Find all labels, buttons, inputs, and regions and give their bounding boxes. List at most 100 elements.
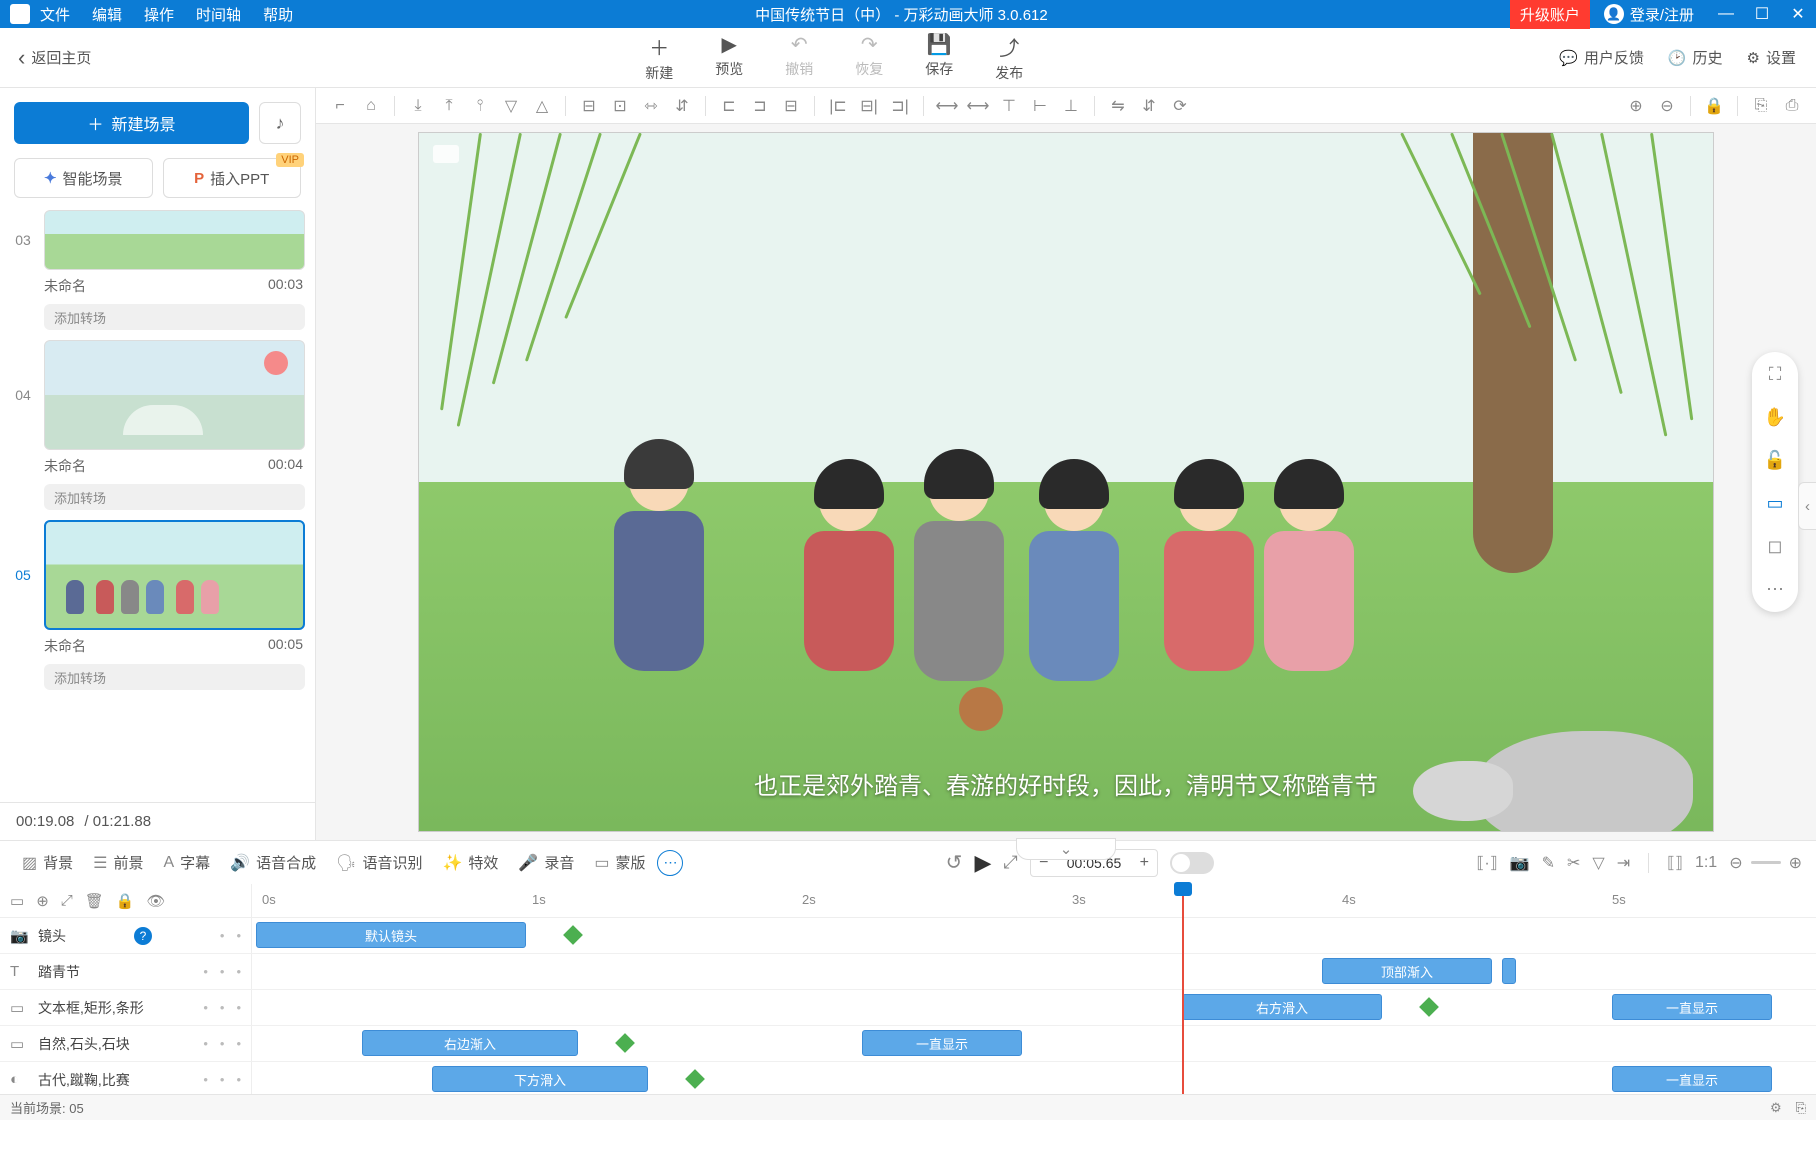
distribute-v-icon[interactable]: ⇵ [668,92,696,120]
cut-icon[interactable]: ✂ [1567,853,1580,873]
clip-right-fade[interactable]: 右边渐入 [362,1030,578,1056]
bring-front-icon[interactable]: △ [528,92,556,120]
track-textbox[interactable]: ▭文本框,矩形,条形••• 右方滑入 一直显示 [0,990,1816,1026]
clip-top-in[interactable]: 顶部渐入 [1322,958,1492,984]
copy-icon[interactable]: ⎘ [1796,1100,1806,1116]
keyframe-icon[interactable] [563,925,583,945]
add-transition-button[interactable]: 添加转场 [44,664,305,690]
more-icon[interactable]: ⋯ [1766,579,1784,600]
clip-small[interactable] [1502,958,1516,984]
lock-all-icon[interactable]: 🔒 [116,892,135,910]
spacing-h-icon[interactable]: ⟷ [933,92,961,120]
background-button[interactable]: ▨背景 [14,848,81,877]
timeline-ruler[interactable]: 0s 1s 2s 3s 4s 5s [252,884,1816,917]
scene-thumbnail[interactable] [44,340,305,450]
menu-help[interactable]: 帮助 [263,4,293,25]
marker-icon[interactable]: ⟦·⟧ [1476,853,1497,873]
spacing-v-icon[interactable]: ⟷ [964,92,992,120]
menu-action[interactable]: 操作 [144,4,174,25]
record-button[interactable]: 🎤录音 [510,848,582,877]
lock-icon[interactable]: 🔒 [1700,92,1728,120]
zoom-out-icon[interactable]: ⊖ [1653,92,1681,120]
select-tool-icon[interactable]: ⌐ [326,92,354,120]
device-icon[interactable]: ◻ [1768,536,1783,557]
mask-button[interactable]: ▭蒙版 [586,848,653,877]
close-button[interactable]: ✕ [1780,4,1816,24]
align-bot-icon[interactable]: ⊥ [1057,92,1085,120]
fullscreen-icon[interactable]: ⛶ [1769,364,1782,385]
keyframe-icon[interactable] [1419,997,1439,1017]
foreground-button[interactable]: ☰前景 [85,848,151,877]
expand-panel-button[interactable]: ‹ [1798,482,1816,530]
asr-button[interactable]: 🗣语音识别 [328,848,430,877]
preview-button[interactable]: ▶预览 [715,32,743,83]
music-button[interactable]: ♪ [259,102,301,144]
ai-scene-button[interactable]: ✦ 智能场景 [14,158,153,198]
help-icon[interactable]: ? [134,927,152,945]
send-back-icon[interactable]: ▽ [497,92,525,120]
insert-ppt-button[interactable]: P 插入PPT VIP [163,158,302,198]
settings-button[interactable]: ⚙设置 [1747,47,1796,68]
scene-item-05[interactable]: 05 未命名00:05 添加转场 [10,520,305,690]
feedback-button[interactable]: 💬用户反馈 [1559,47,1644,68]
track-rock[interactable]: ▭自然,石头,石块••• 右边渐入 一直显示 [0,1026,1816,1062]
rewind-icon[interactable]: ↺ [946,850,963,875]
expand-icon[interactable]: ⤢ [1003,852,1017,873]
login-button[interactable]: 👤 登录/注册 [1590,4,1708,25]
scene-thumbnail[interactable] [44,520,305,630]
align-center-icon[interactable]: ⊟ [777,92,805,120]
time-increase-button[interactable]: + [1131,854,1157,872]
ratio-icon[interactable]: 1:1 [1695,854,1717,872]
canvas-stage[interactable]: for(let i=0;i<0;i++){} [316,124,1816,840]
tts-button[interactable]: 🔊语音合成 [222,848,324,877]
trash-icon[interactable]: 🗑 [85,892,104,910]
paste-icon[interactable]: ⎙ [1778,92,1806,120]
upgrade-button[interactable]: 升级账户 [1510,0,1590,29]
edit-icon[interactable]: ✎ [1542,853,1555,873]
align-top-icon[interactable]: ⊤ [995,92,1023,120]
clip-always-show[interactable]: 一直显示 [862,1030,1022,1056]
new-scene-button[interactable]: ＋ 新建场景 [14,102,249,144]
effects-button[interactable]: ✨特效 [434,848,506,877]
align-left-icon[interactable]: ⊏ [715,92,743,120]
home-icon[interactable]: ⌂ [357,92,385,120]
keyframe-icon[interactable] [615,1033,635,1053]
collapse-canvas-button[interactable]: ⌄ [1016,838,1116,860]
menu-file[interactable]: 文件 [40,4,70,25]
valign-right-icon[interactable]: ⊐| [886,92,914,120]
distribute-h-icon[interactable]: ⇿ [637,92,665,120]
add-transition-button[interactable]: 添加转场 [44,484,305,510]
clip-default-camera[interactable]: 默认镜头 [256,922,526,948]
maximize-button[interactable]: ☐ [1744,4,1780,24]
valign-center-icon[interactable]: ⊟| [855,92,883,120]
menu-edit[interactable]: 编辑 [92,4,122,25]
menu-timeline[interactable]: 时间轴 [196,4,241,25]
redo-button[interactable]: ↷恢复 [855,32,883,83]
flip-h-icon[interactable]: ⇋ [1104,92,1132,120]
lock-v-icon[interactable]: ⊡ [606,92,634,120]
subtitle-button[interactable]: A字幕 [156,848,219,877]
add-transition-button[interactable]: 添加转场 [44,304,305,330]
valign-left-icon[interactable]: |⊏ [824,92,852,120]
zoom-out-icon[interactable]: ⊖ [1729,853,1742,873]
clip-always-show[interactable]: 一直显示 [1612,994,1772,1020]
collapse-track-icon[interactable]: ▭ [10,892,24,910]
zoom-in-icon[interactable]: ⊕ [1622,92,1650,120]
toggle-switch[interactable] [1170,852,1214,874]
track-camera[interactable]: 📷镜头?•• 默认镜头 [0,918,1816,954]
settings-icon[interactable]: ⚙ [1770,1100,1782,1116]
zoom-slider[interactable] [1751,861,1781,864]
hand-icon[interactable]: ✋ [1764,407,1786,428]
scene-item-03[interactable]: 03 未命名00:03 添加转场 [10,210,305,330]
expand-icon[interactable]: ⤢ [61,892,73,909]
rotate-icon[interactable]: ⟳ [1166,92,1194,120]
add-folder-icon[interactable]: ⊕ [36,892,49,910]
clip-bottom-slide[interactable]: 下方滑入 [432,1066,648,1092]
track-text[interactable]: T踏青节••• 顶部渐入 [0,954,1816,990]
bracket-in-icon[interactable]: ⟦⟧ [1667,853,1683,873]
more-controls-button[interactable]: ⋯ [657,850,683,876]
play-button[interactable]: ▶ [974,850,991,876]
visibility-icon[interactable]: 👁 [147,892,166,910]
new-button[interactable]: ＋新建 [645,32,673,83]
align-right-icon[interactable]: ⊐ [746,92,774,120]
